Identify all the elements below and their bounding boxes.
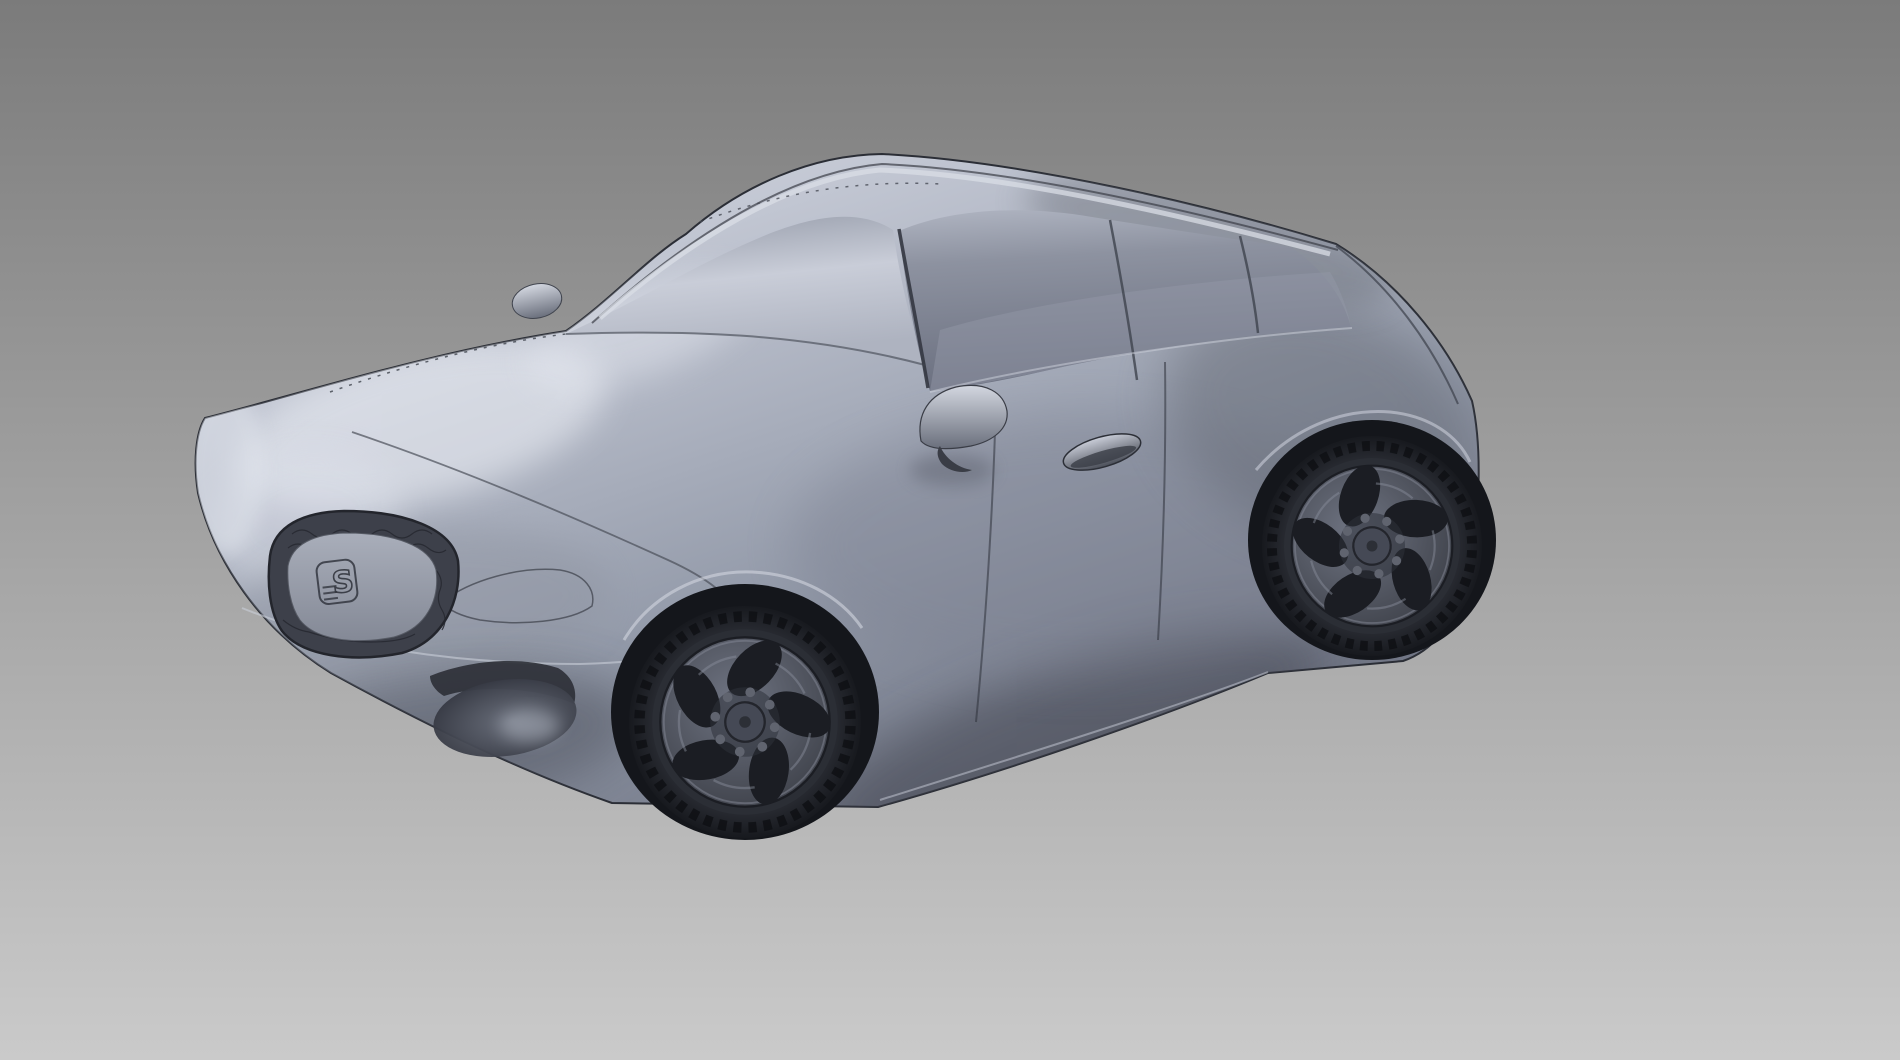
front-grille: S (269, 511, 459, 657)
car-render-canvas: S (0, 0, 1900, 1060)
badge-letter: S (330, 564, 356, 601)
intake-inner-glint (500, 710, 560, 742)
grille-plate (288, 533, 437, 641)
render-viewport[interactable]: S (0, 0, 1900, 1060)
